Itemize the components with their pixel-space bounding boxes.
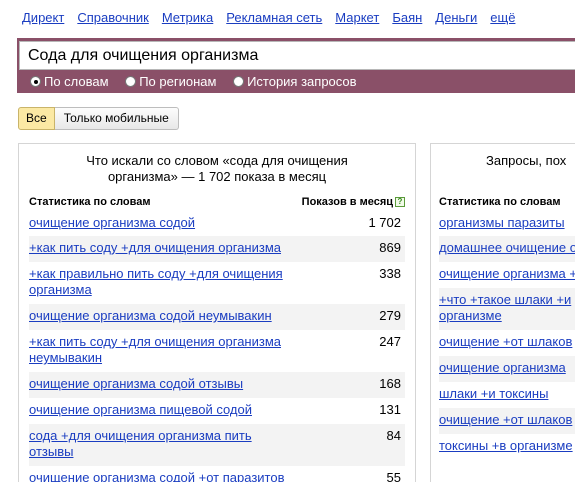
device-toggle: Все Только мобильные bbox=[18, 107, 179, 130]
impressions-count: 279 bbox=[379, 308, 401, 323]
radio-query-history[interactable]: История запросов bbox=[233, 74, 357, 89]
table-header: Статистика по словам bbox=[439, 196, 575, 211]
table-row: домашнее очищение о bbox=[439, 236, 575, 262]
phrase-link-continued[interactable]: организме bbox=[439, 308, 575, 324]
top-nav: Директ Справочник Метрика Рекламная сеть Мар… bbox=[22, 10, 528, 28]
impressions-count: 869 bbox=[379, 240, 401, 255]
nav-link-market[interactable]: Маркет bbox=[335, 10, 379, 25]
table-row: токсины +в организме bbox=[439, 434, 575, 460]
nav-link-direct[interactable]: Директ bbox=[22, 10, 64, 25]
search-mode-radios: По словам По регионам История запросов bbox=[30, 74, 370, 92]
impressions-count: 131 bbox=[379, 402, 401, 417]
column-header-phrase: Статистика по словам bbox=[439, 196, 561, 208]
table-row: сода +для очищения организма пить отзывы… bbox=[29, 424, 405, 466]
table-row: организмы паразиты bbox=[439, 214, 575, 236]
phrase-link[interactable]: +как пить соду +для очищения организма bbox=[29, 240, 299, 256]
phrase-link[interactable]: токсины +в организме bbox=[439, 438, 575, 454]
radio-checked-icon bbox=[30, 76, 41, 87]
table-row: очищение +от шлаков bbox=[439, 330, 575, 356]
phrase-link[interactable]: организмы паразиты bbox=[439, 215, 575, 231]
table-row: очищение организма содой неумывакин 279 bbox=[29, 304, 405, 330]
impressions-count: 338 bbox=[379, 266, 401, 281]
nav-link-more[interactable]: ещё bbox=[490, 10, 515, 25]
panel-title: Что искали со словом «сода для очищения … bbox=[86, 153, 348, 184]
phrase-link[interactable]: очищение организма содой отзывы bbox=[29, 376, 299, 392]
column-header-phrase: Статистика по словам bbox=[29, 196, 151, 208]
radio-by-regions[interactable]: По регионам bbox=[125, 74, 216, 89]
table-row: очищение организма содой отзывы 168 bbox=[29, 372, 405, 398]
panel-title: Запросы, пох bbox=[486, 153, 567, 168]
phrase-link[interactable]: очищение организма bbox=[439, 360, 575, 376]
table-row: очищение организма пищевой содой 131 bbox=[29, 398, 405, 424]
phrase-link[interactable]: очищение организма содой +от паразитов bbox=[29, 470, 299, 482]
phrase-link[interactable]: шлаки +и токсины bbox=[439, 386, 575, 402]
toggle-mobile-only-button[interactable]: Только мобильные bbox=[54, 107, 179, 130]
words-stats-panel: Что искали со словом «сода для очищения … bbox=[18, 143, 416, 482]
phrase-link[interactable]: очищение организма содой bbox=[29, 215, 299, 231]
phrase-link[interactable]: очищение организма содой неумывакин bbox=[29, 308, 299, 324]
table-row: шлаки +и токсины bbox=[439, 382, 575, 408]
impressions-count: 55 bbox=[386, 470, 401, 482]
phrase-link[interactable]: домашнее очищение о bbox=[439, 240, 575, 256]
nav-link-money[interactable]: Деньги bbox=[435, 10, 477, 25]
phrase-link[interactable]: +как пить соду +для очищения организма н… bbox=[29, 334, 299, 366]
table-row: +что +такое шлаки +и организме bbox=[439, 288, 575, 330]
related-queries-panel: Запросы, пох Статистика по словам органи… bbox=[430, 143, 575, 482]
phrase-link[interactable]: сода +для очищения организма пить отзывы bbox=[29, 428, 299, 460]
phrase-link[interactable]: +что +такое шлаки +и bbox=[439, 292, 575, 308]
column-header-count: Показов в месяц? bbox=[302, 196, 405, 208]
phrase-link[interactable]: очищение +от шлаков bbox=[439, 334, 575, 350]
nav-link-metrika[interactable]: Метрика bbox=[162, 10, 213, 25]
search-input[interactable]: Сода для очищения организма bbox=[19, 41, 575, 70]
radio-label: По словам bbox=[44, 74, 109, 89]
phrase-link[interactable]: +как правильно пить соду +для очищения о… bbox=[29, 266, 299, 298]
table-row: +как правильно пить соду +для очищения о… bbox=[29, 262, 405, 304]
radio-label: По регионам bbox=[139, 74, 217, 89]
table-row: +как пить соду +для очищения организма н… bbox=[29, 330, 405, 372]
impressions-count: 1 702 bbox=[368, 215, 401, 230]
phrase-link[interactable]: очищение +от шлаков bbox=[439, 412, 575, 428]
table-row: очищение +от шлаков bbox=[439, 408, 575, 434]
nav-link-spravochnik[interactable]: Справочник bbox=[77, 10, 149, 25]
help-icon[interactable]: ? bbox=[395, 197, 405, 207]
table-row: очищение организма + bbox=[439, 262, 575, 288]
radio-label: История запросов bbox=[247, 74, 357, 89]
impressions-count: 168 bbox=[379, 376, 401, 391]
impressions-count: 247 bbox=[379, 334, 401, 349]
table-row: очищение организма bbox=[439, 356, 575, 382]
table-row: очищение организма содой +от паразитов 5… bbox=[29, 466, 405, 482]
column-header-count-label: Показов в месяц bbox=[301, 196, 393, 208]
toggle-all-button[interactable]: Все bbox=[18, 107, 55, 130]
impressions-count: 84 bbox=[386, 428, 401, 443]
radio-unchecked-icon bbox=[125, 76, 137, 87]
table-row: +как пить соду +для очищения организма 8… bbox=[29, 236, 405, 262]
radio-unchecked-icon bbox=[233, 76, 245, 87]
nav-link-bayan[interactable]: Баян bbox=[392, 10, 422, 25]
table-header: Статистика по словам Показов в месяц? bbox=[29, 196, 405, 211]
radio-by-words[interactable]: По словам bbox=[30, 74, 109, 89]
nav-link-ad-network[interactable]: Рекламная сеть bbox=[226, 10, 322, 25]
phrase-link[interactable]: очищение организма пищевой содой bbox=[29, 402, 299, 418]
phrase-link[interactable]: очищение организма + bbox=[439, 266, 575, 282]
table-row: очищение организма содой 1 702 bbox=[29, 214, 405, 236]
